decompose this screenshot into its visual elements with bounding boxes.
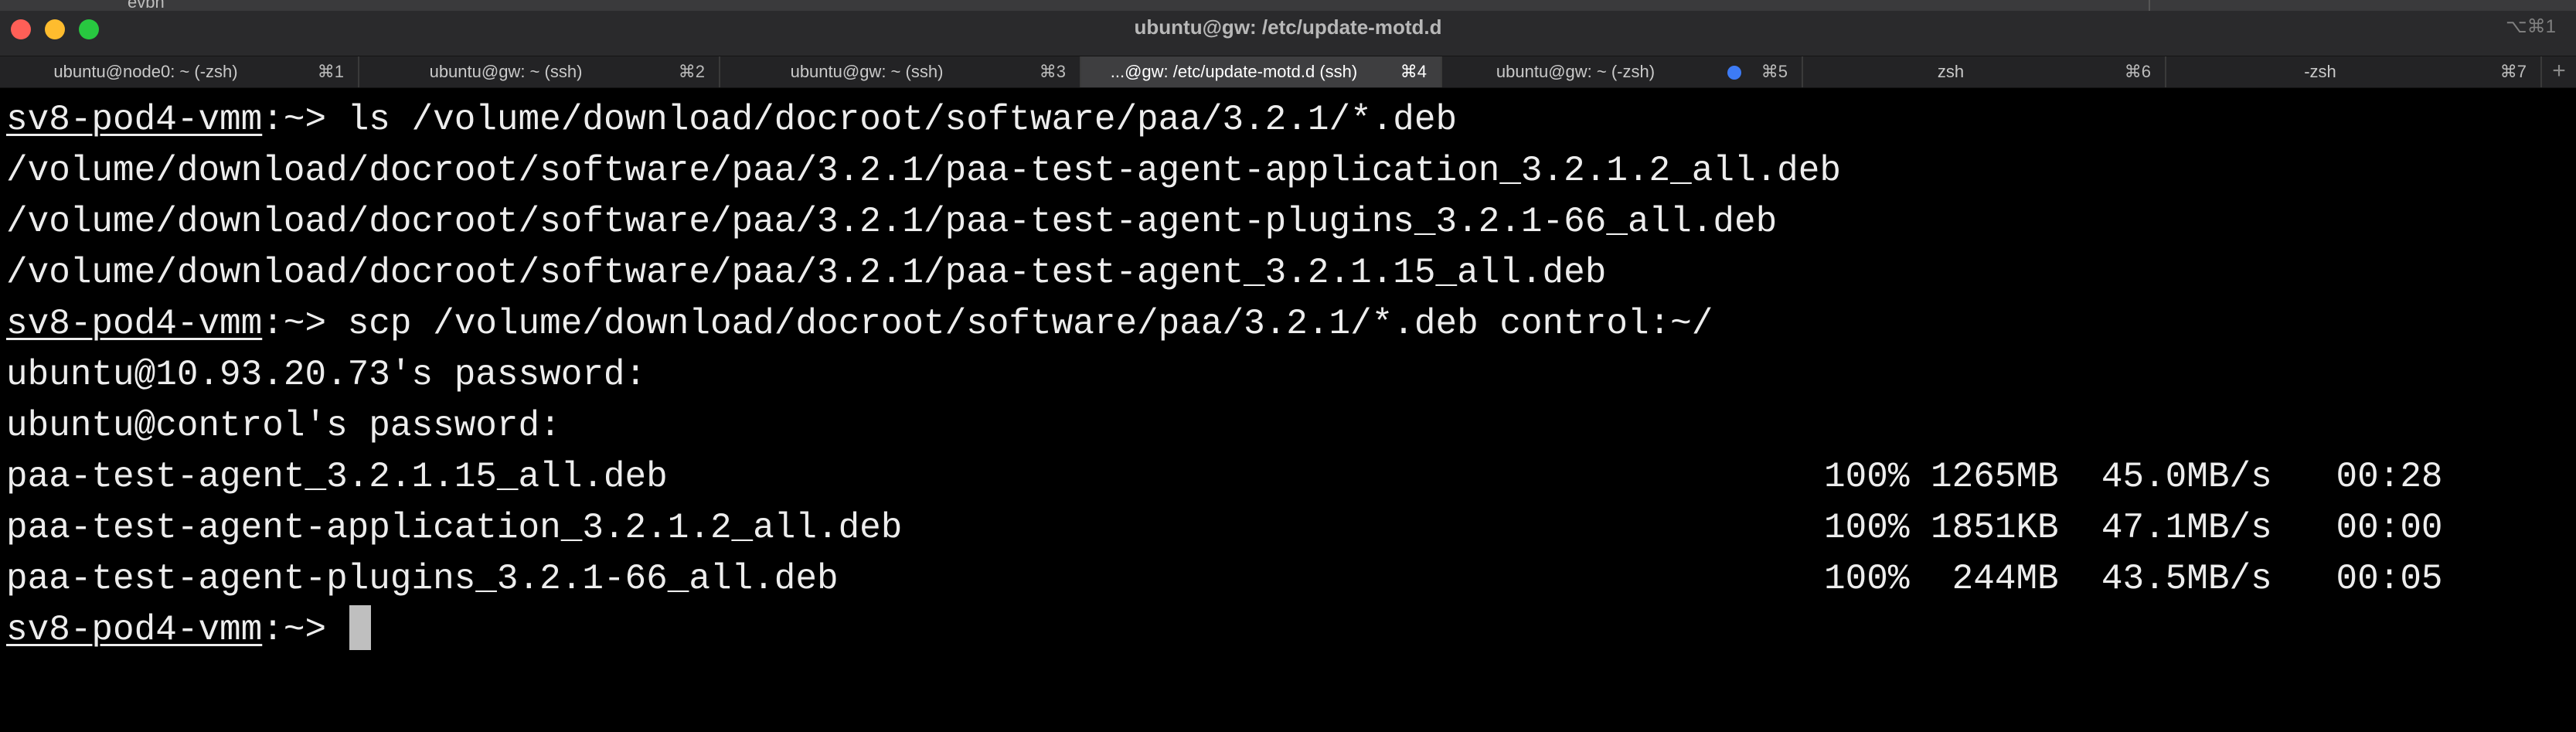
tab-label: zsh	[1937, 62, 1965, 81]
command-line: sv8-pod4-vmm:~> scp /volume/download/doc…	[6, 298, 1713, 349]
transfer-file: paa-test-agent-application_3.2.1.2_all.d…	[6, 508, 903, 548]
transfer-stats: 100% 1851KB 47.1MB/s 00:00	[1824, 508, 2443, 548]
output-line: /volume/download/docroot/software/paa/3.…	[6, 253, 1607, 293]
title-bar: evbn ubuntu@gw: /etc/update-motd.d ⌥⌘1	[0, 0, 2576, 56]
prompt-host: sv8-pod4-vmm	[6, 610, 263, 650]
tab-shortcut: ⌘2	[678, 62, 705, 81]
tab-shortcut: ⌘6	[2124, 62, 2151, 81]
tab-shortcut: ⌘3	[1039, 62, 1066, 81]
transfer-stats: 100% 244MB 43.5MB/s 00:05	[1824, 559, 2443, 599]
tab-7[interactable]: -zsh ⌘7	[2166, 56, 2542, 87]
transfer-file: paa-test-agent_3.2.1.15_all.deb	[6, 457, 668, 497]
tab-2[interactable]: ubuntu@gw: ~ (ssh) ⌘2	[359, 56, 720, 87]
tab-5[interactable]: ubuntu@gw: ~ (-zsh) ⌘5	[1442, 56, 1803, 87]
prompt-suffix: :~>	[262, 100, 348, 140]
terminal-output[interactable]: sv8-pod4-vmm:~> ls /volume/download/docr…	[6, 94, 2564, 728]
prompt-suffix: :~>	[262, 610, 348, 650]
transfer-stats: 100% 1265MB 45.0MB/s 00:28	[1824, 457, 2443, 497]
command-line: sv8-pod4-vmm:~>	[6, 604, 371, 655]
background-window-strip: evbn	[0, 0, 2576, 12]
window-shortcut: ⌥⌘1	[2505, 16, 2556, 37]
output-line: /volume/download/docroot/software/paa/3.…	[6, 151, 1841, 191]
tab-label: ubuntu@gw: ~ (ssh)	[790, 62, 944, 81]
background-window-divider	[2149, 0, 2150, 11]
prompt-host: sv8-pod4-vmm	[6, 304, 263, 344]
tab-4-active[interactable]: ...@gw: /etc/update-motd.d (ssh) ⌘4	[1081, 56, 1442, 87]
tab-3[interactable]: ubuntu@gw: ~ (ssh) ⌘3	[720, 56, 1081, 87]
password-prompt: ubuntu@control's password:	[6, 406, 561, 446]
tab-label: ubuntu@gw: ~ (-zsh)	[1496, 62, 1656, 81]
command-text: ls /volume/download/docroot/software/paa…	[347, 100, 1458, 140]
new-tab-button[interactable]: +	[2542, 56, 2576, 87]
prompt-suffix: :~>	[262, 304, 348, 344]
terminal-window: evbn ubuntu@gw: /etc/update-motd.d ⌥⌘1 u…	[0, 0, 2576, 732]
tab-shortcut: ⌘5	[1761, 62, 1788, 81]
tab-shortcut: ⌘7	[2499, 62, 2527, 81]
tab-label: ubuntu@node0: ~ (-zsh)	[53, 62, 238, 81]
tab-1[interactable]: ubuntu@node0: ~ (-zsh) ⌘1	[0, 56, 359, 87]
tab-shortcut: ⌘4	[1400, 62, 1427, 81]
tab-label: -zsh	[2304, 62, 2336, 81]
window-title: ubuntu@gw: /etc/update-motd.d	[1134, 15, 1442, 39]
command-line: sv8-pod4-vmm:~> ls /volume/download/docr…	[6, 94, 1457, 145]
tab-label: ubuntu@gw: ~ (ssh)	[429, 62, 583, 81]
tab-label: ...@gw: /etc/update-motd.d (ssh)	[1110, 62, 1358, 81]
transfer-file: paa-test-agent-plugins_3.2.1-66_all.deb	[6, 559, 839, 599]
prompt-host: sv8-pod4-vmm	[6, 100, 263, 140]
activity-dot-icon	[1727, 66, 1741, 80]
text-cursor	[349, 605, 371, 650]
tab-bar: ubuntu@node0: ~ (-zsh) ⌘1 ubuntu@gw: ~ (…	[0, 56, 2576, 88]
output-line: /volume/download/docroot/software/paa/3.…	[6, 202, 1778, 242]
command-text: scp /volume/download/docroot/software/pa…	[347, 304, 1713, 344]
tab-shortcut: ⌘1	[317, 62, 344, 81]
password-prompt: ubuntu@10.93.20.73's password:	[6, 355, 647, 395]
background-window-text: evbn	[128, 0, 165, 12]
tab-6[interactable]: zsh ⌘6	[1803, 56, 2166, 87]
